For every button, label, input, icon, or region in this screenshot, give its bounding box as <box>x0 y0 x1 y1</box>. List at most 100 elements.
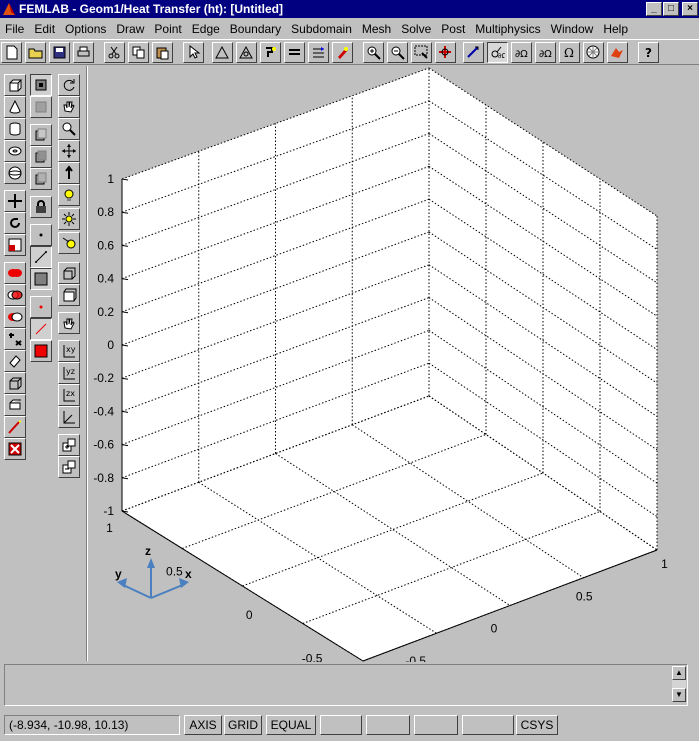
mesh-init-button[interactable] <box>583 42 604 63</box>
scroll-up-arrow-icon[interactable]: ▲ <box>672 666 686 680</box>
help-button[interactable]: ? <box>638 42 659 63</box>
increase-transparency-button[interactable] <box>58 434 80 456</box>
camera-button[interactable] <box>58 232 80 254</box>
boundary-mode-button[interactable] <box>236 42 257 63</box>
scroll-down-arrow-icon[interactable]: ▼ <box>672 688 686 702</box>
cone-button[interactable] <box>4 96 26 118</box>
rotate-button[interactable] <box>4 212 26 234</box>
equal-toggle[interactable]: EQUAL <box>266 715 316 735</box>
menu-solve[interactable]: Solve <box>396 22 436 36</box>
open-folder-button[interactable] <box>25 42 46 63</box>
decrease-transparency-button[interactable] <box>58 456 80 478</box>
revolve-button[interactable] <box>30 124 52 146</box>
menu-multiphysics[interactable]: Multiphysics <box>470 22 545 36</box>
menu-mesh[interactable]: Mesh <box>357 22 396 36</box>
sphere-button[interactable] <box>4 162 26 184</box>
subdomain-settings-button[interactable]: ∂Ω <box>535 42 556 63</box>
geometry-axes[interactable]: 1 0.8 0.6 0.4 0.2 0 -0.2 -0.4 -0.6 -0.8 -1 1 0.5 0 -0.… <box>88 66 699 668</box>
compose-button[interactable] <box>4 328 26 350</box>
light-button[interactable] <box>58 184 80 206</box>
minimize-button[interactable]: _ <box>646 2 662 16</box>
select-arrow-button[interactable] <box>183 42 204 63</box>
mesh-mode-button[interactable] <box>308 42 329 63</box>
menu-draw[interactable]: Draw <box>111 22 149 36</box>
face-select-button[interactable] <box>30 340 52 362</box>
pan-hand-button[interactable] <box>58 96 80 118</box>
boundary-settings-button[interactable]: ∂Ω <box>511 42 532 63</box>
point-select-button[interactable] <box>30 296 52 318</box>
yz-view-button[interactable]: yz <box>58 362 80 384</box>
new-file-button[interactable] <box>1 42 22 63</box>
dolly-button[interactable] <box>58 162 80 184</box>
zoom-in-button[interactable] <box>363 42 384 63</box>
loft-button[interactable] <box>30 168 52 190</box>
box-view-button[interactable] <box>58 262 80 284</box>
menu-point[interactable]: Point <box>149 22 186 36</box>
paste-button[interactable] <box>152 42 173 63</box>
cut-button[interactable] <box>104 42 125 63</box>
zoom-out-button[interactable] <box>387 42 408 63</box>
extrude-button[interactable] <box>30 96 52 118</box>
menu-options[interactable]: Options <box>60 22 111 36</box>
status-toggle-2[interactable] <box>366 715 410 735</box>
default-view-button[interactable] <box>58 406 80 428</box>
transparency-button[interactable] <box>58 312 80 334</box>
print-button[interactable] <box>73 42 94 63</box>
line-button[interactable] <box>30 246 52 268</box>
face-button[interactable] <box>30 268 52 290</box>
status-toggle-3[interactable] <box>414 715 458 735</box>
lock-button[interactable] <box>30 196 52 218</box>
draw-mode-button[interactable] <box>212 42 233 63</box>
edge-mode-button[interactable] <box>260 42 281 63</box>
zoom-extents-button[interactable] <box>435 42 456 63</box>
zoom-window-button[interactable] <box>411 42 432 63</box>
menu-post[interactable]: Post <box>436 22 470 36</box>
edge-settings-button[interactable]: ∂Ω <box>487 42 508 63</box>
work-plane-button[interactable] <box>30 74 52 96</box>
cylinder-button[interactable] <box>4 118 26 140</box>
matlab-export-button[interactable] <box>607 42 628 63</box>
delete-line-button[interactable] <box>4 416 26 438</box>
equation-omega-button[interactable]: Ω <box>559 42 580 63</box>
menu-subdomain[interactable]: Subdomain <box>286 22 357 36</box>
embed-button[interactable] <box>4 394 26 416</box>
difference-button[interactable] <box>4 306 26 328</box>
axis-toggle[interactable]: AXIS <box>184 715 222 735</box>
delete-button[interactable] <box>4 438 26 460</box>
menu-edge[interactable]: Edge <box>187 22 225 36</box>
status-toggle-1[interactable] <box>320 715 362 735</box>
close-button[interactable]: × <box>682 2 698 16</box>
copy-button[interactable] <box>128 42 149 63</box>
xy-view-button[interactable]: xy <box>58 340 80 362</box>
menu-file[interactable]: File <box>0 22 29 36</box>
menu-window[interactable]: Window <box>546 22 599 36</box>
coerce-button[interactable] <box>4 350 26 372</box>
move-button[interactable] <box>4 190 26 212</box>
union-button[interactable] <box>4 262 26 284</box>
block-button[interactable] <box>4 74 26 96</box>
orbit-button[interactable] <box>58 74 80 96</box>
save-button[interactable] <box>49 42 70 63</box>
split-button[interactable] <box>4 372 26 394</box>
line-select-button[interactable] <box>30 318 52 340</box>
subdomain-mode-button[interactable] <box>284 42 305 63</box>
headlight-button[interactable] <box>58 208 80 230</box>
grid-toggle[interactable]: GRID <box>224 715 262 735</box>
zx-view-button[interactable]: zx <box>58 384 80 406</box>
post-plot-button[interactable] <box>463 42 484 63</box>
menu-edit[interactable]: Edit <box>29 22 60 36</box>
menu-boundary[interactable]: Boundary <box>225 22 286 36</box>
zoom-button[interactable] <box>58 118 80 140</box>
command-scrollbar[interactable]: ▲ ▼ <box>672 666 686 704</box>
point-button[interactable] <box>30 224 52 246</box>
status-toggle-4[interactable] <box>462 715 514 735</box>
menu-help[interactable]: Help <box>598 22 633 36</box>
wireframe-button[interactable] <box>58 284 80 306</box>
csys-toggle[interactable]: CSYS <box>516 715 558 735</box>
torus-button[interactable] <box>4 140 26 162</box>
sweep-button[interactable] <box>30 146 52 168</box>
scale-button[interactable] <box>4 234 26 256</box>
move-view-button[interactable] <box>58 140 80 162</box>
intersection-button[interactable] <box>4 284 26 306</box>
solve-button[interactable] <box>332 42 353 63</box>
